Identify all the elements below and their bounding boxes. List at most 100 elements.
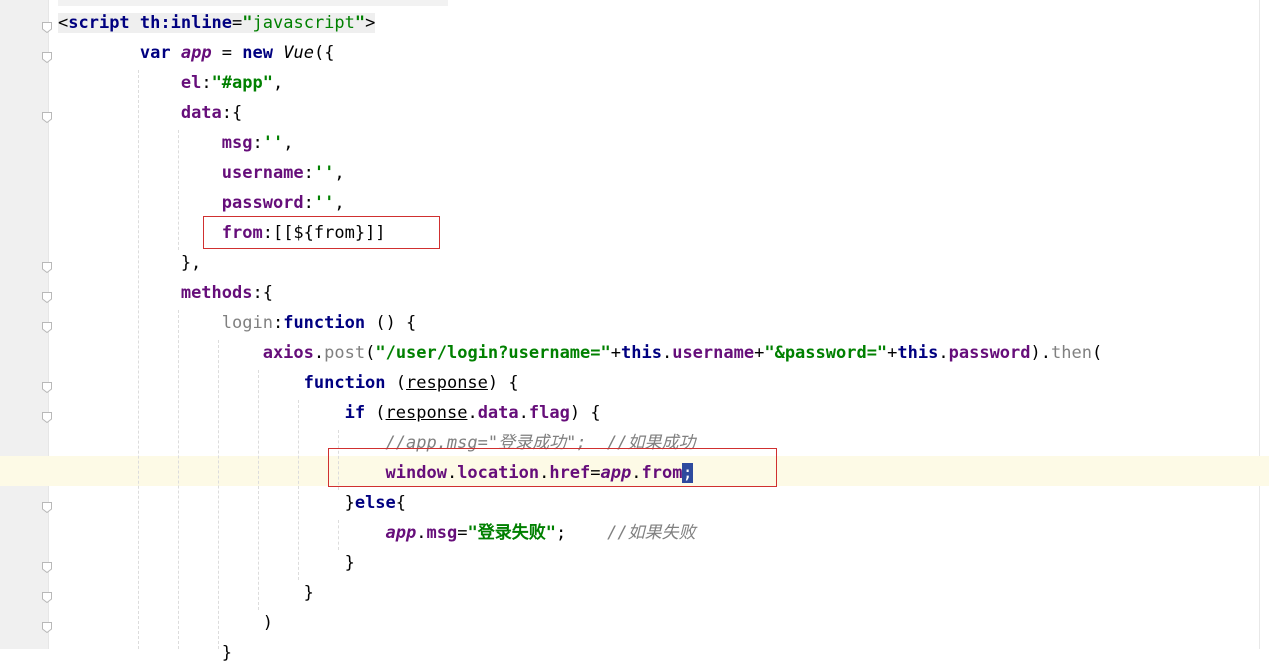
code-token: : xyxy=(303,163,314,183)
fold-marker-icon[interactable] xyxy=(42,318,52,334)
fold-marker-icon[interactable] xyxy=(42,18,52,34)
code-token: username xyxy=(221,163,304,183)
right-margin-guide xyxy=(1259,0,1260,649)
code-token: ) xyxy=(58,613,273,633)
code-token: "&password=" xyxy=(764,343,888,363)
code-line[interactable]: axios.post("/user/login?username="+this.… xyxy=(58,338,1103,368)
fold-marker-icon[interactable] xyxy=(42,408,52,424)
code-token: response xyxy=(385,403,468,423)
code-token: ; xyxy=(555,523,608,543)
code-token: , xyxy=(283,133,294,153)
annotation-box-from xyxy=(203,216,440,249)
fold-marker-icon[interactable] xyxy=(42,108,52,124)
code-line[interactable]: el:"#app", xyxy=(58,68,283,98)
code-token: ({ xyxy=(313,43,335,63)
code-token: methods xyxy=(180,283,253,303)
code-token: . xyxy=(938,343,949,363)
code-line[interactable]: <script th:inline="javascript"> xyxy=(58,8,376,38)
code-token: ) { xyxy=(569,403,601,423)
code-token: else xyxy=(354,493,396,513)
code-token: = xyxy=(457,523,468,543)
code-token: password xyxy=(948,343,1031,363)
code-line[interactable]: function (response) { xyxy=(58,368,519,398)
code-line[interactable]: }else{ xyxy=(58,488,406,518)
code-token: ( xyxy=(375,403,386,423)
code-token: = xyxy=(211,43,243,63)
code-token: . xyxy=(416,523,427,543)
code-line[interactable]: } xyxy=(58,638,232,668)
code-token: password xyxy=(221,193,304,213)
code-token: . xyxy=(518,403,529,423)
code-token: data xyxy=(477,403,519,423)
fold-marker-icon[interactable] xyxy=(42,288,52,304)
code-line[interactable]: msg:'', xyxy=(58,128,294,158)
code-token: new xyxy=(242,43,284,63)
fold-marker-icon[interactable] xyxy=(42,258,52,274)
code-token: then xyxy=(1051,343,1092,363)
code-line[interactable]: data:{ xyxy=(58,98,242,128)
code-line[interactable]: if (response.data.flag) { xyxy=(58,398,601,428)
code-line[interactable]: username:'', xyxy=(58,158,345,188)
code-token: login xyxy=(221,313,273,333)
code-line[interactable]: ) xyxy=(58,608,273,638)
code-token: "#app" xyxy=(211,73,273,93)
code-token: < xyxy=(58,13,69,33)
code-token: var xyxy=(139,43,181,63)
fold-marker-icon[interactable] xyxy=(42,48,52,64)
fold-marker-icon[interactable] xyxy=(42,588,52,604)
fold-marker-icon[interactable] xyxy=(42,378,52,394)
code-token: > xyxy=(365,13,376,33)
code-line[interactable]: }, xyxy=(58,248,201,278)
code-line[interactable]: password:'', xyxy=(58,188,345,218)
fold-marker-icon[interactable] xyxy=(42,498,52,514)
code-token: flag xyxy=(528,403,570,423)
code-line[interactable]: methods:{ xyxy=(58,278,273,308)
code-token: post xyxy=(324,343,366,363)
code-line[interactable]: login:function () { xyxy=(58,308,417,338)
code-token: :{ xyxy=(252,283,273,303)
code-token: ). xyxy=(1030,343,1051,363)
code-token: app xyxy=(385,523,417,543)
code-token: , xyxy=(272,73,284,93)
code-token: Vue xyxy=(283,43,314,63)
code-token: "登录失败" xyxy=(467,523,556,543)
code-token: '' xyxy=(262,133,284,153)
code-token: }, xyxy=(58,253,202,273)
previous-line-fragment xyxy=(58,0,448,6)
code-token: + xyxy=(887,343,898,363)
code-token: + xyxy=(610,343,621,363)
code-token: . xyxy=(661,343,673,363)
code-token: msg xyxy=(426,523,458,543)
code-token: if xyxy=(344,403,376,423)
code-token: '' xyxy=(313,193,335,213)
code-token: script xyxy=(68,13,140,33)
code-line[interactable]: } xyxy=(58,578,314,608)
code-token: el xyxy=(180,73,202,93)
code-line[interactable]: app.msg="登录失败"; //如果失败 xyxy=(58,518,696,548)
code-token: data xyxy=(180,103,222,123)
code-token: :{ xyxy=(221,103,243,123)
editor-gutter xyxy=(0,0,48,649)
fold-marker-icon[interactable] xyxy=(42,618,52,634)
code-token: this xyxy=(621,343,662,363)
code-line[interactable]: var app = new Vue({ xyxy=(58,38,335,68)
code-token: ( xyxy=(395,373,407,393)
code-token: '' xyxy=(313,163,335,183)
code-token: : xyxy=(252,133,263,153)
code-line[interactable]: } xyxy=(58,548,355,578)
fold-marker-icon[interactable] xyxy=(42,558,52,574)
code-token: } xyxy=(58,583,314,603)
code-token: . xyxy=(467,403,478,423)
code-token: : xyxy=(303,193,314,213)
